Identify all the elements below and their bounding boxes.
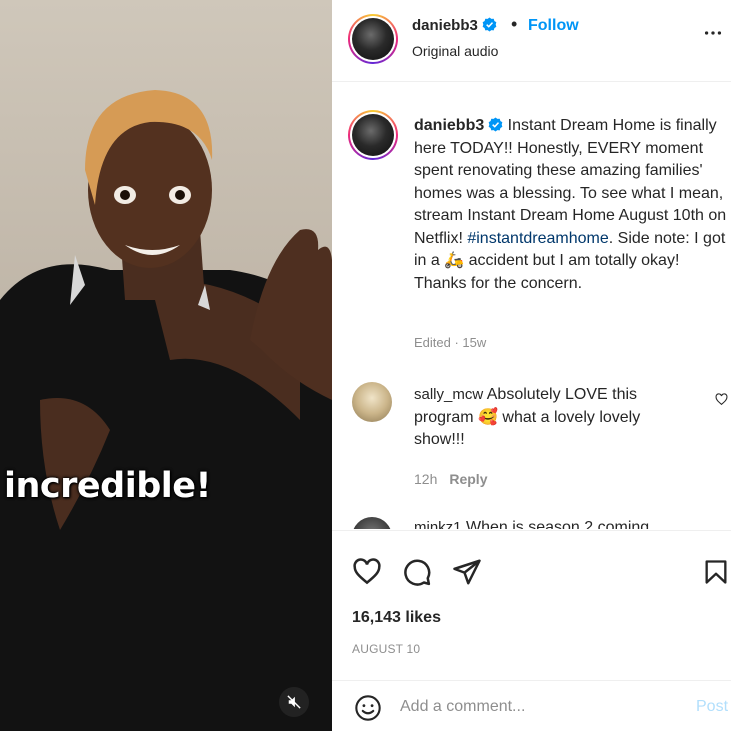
like-heart-icon[interactable] [352, 557, 382, 587]
hashtag-link[interactable]: #instantdreamhome [467, 230, 608, 247]
verified-badge-icon [488, 117, 503, 132]
add-comment-bar: Post [332, 680, 731, 731]
comment-like-heart-icon[interactable] [715, 393, 728, 406]
comment-time[interactable]: 12h [414, 471, 437, 487]
comment-input[interactable] [400, 694, 680, 720]
caption-body: Instant Dream Home is finally here TODAY… [414, 117, 727, 247]
reply-button[interactable]: Reply [449, 471, 487, 487]
commenter-username[interactable]: minkz1 [414, 519, 462, 529]
caption-author-avatar[interactable] [348, 110, 398, 160]
commenter-avatar[interactable] [352, 382, 392, 422]
author-username[interactable]: daniebb3 [412, 17, 497, 34]
follow-button[interactable]: Follow [528, 17, 579, 35]
emoji-icon[interactable] [354, 694, 382, 722]
post-date[interactable]: AUGUST 10 [352, 642, 420, 656]
comments-section[interactable]: daniebb3 Instant Dream Home is finally h… [332, 83, 731, 529]
caption-meta: Edited · 15w [414, 335, 487, 350]
author-avatar[interactable] [348, 14, 398, 64]
scooter-emoji: 🛵 [444, 252, 465, 269]
comment-body: When is season 2 coming [461, 519, 650, 529]
more-options-icon[interactable] [702, 22, 724, 44]
audio-label[interactable]: Original audio [412, 43, 498, 59]
comment-bubble-icon[interactable] [402, 557, 432, 587]
post-actions: 16,143 likes AUGUST 10 [332, 530, 731, 680]
speaker-muted-icon [287, 695, 301, 709]
post-comment-button[interactable]: Post [696, 698, 728, 716]
comment-text: sally_mcw Absolutely LOVE this program 🥰… [414, 384, 694, 452]
mute-button[interactable] [279, 687, 309, 717]
person-figure [0, 0, 332, 731]
video-caption-text: incredible! [4, 466, 211, 506]
author-username-text[interactable]: daniebb3 [412, 17, 478, 34]
comment-text: minkz1 When is season 2 coming [414, 519, 649, 529]
post-media[interactable]: incredible! [0, 0, 332, 731]
caption-username[interactable]: daniebb3 [414, 117, 484, 134]
save-bookmark-icon[interactable] [702, 557, 730, 587]
separator-dot: • [511, 14, 518, 34]
post-details-panel: daniebb3 • Follow Original audio daniebb… [332, 0, 731, 731]
likes-count[interactable]: 16,143 likes [352, 609, 441, 627]
caption-text: daniebb3 Instant Dream Home is finally h… [414, 115, 731, 295]
comment-meta: 12h Reply [414, 471, 487, 487]
post-header: daniebb3 • Follow Original audio [332, 0, 731, 82]
commenter-username[interactable]: sally_mcw [414, 386, 483, 403]
verified-badge-icon [482, 17, 497, 32]
share-paper-plane-icon[interactable] [452, 557, 482, 587]
commenter-avatar[interactable] [352, 517, 392, 529]
